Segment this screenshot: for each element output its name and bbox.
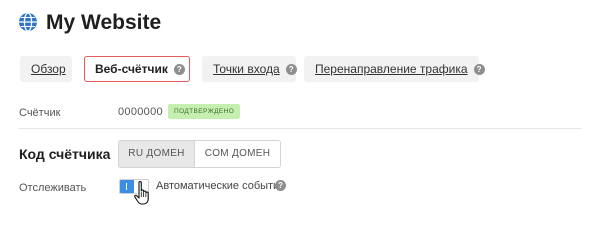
hand-cursor-icon (134, 181, 149, 205)
divider (19, 128, 581, 129)
tab-traffic-redirect[interactable]: Перенаправление трафика ? (304, 56, 485, 82)
help-icon[interactable]: ? (275, 180, 286, 191)
counter-label: Счётчик (19, 107, 61, 119)
toggle-knob (120, 180, 134, 193)
section-heading: Код счётчика (19, 146, 111, 162)
help-icon[interactable]: ? (473, 63, 485, 75)
auto-events-label: Автоматические события (156, 180, 286, 192)
globe-icon (19, 12, 37, 32)
tab-web-counter-label: Веб-счётчик (95, 62, 168, 76)
counter-value: 0000000 (118, 106, 163, 118)
tab-overview-label: Обзор (31, 62, 66, 76)
help-icon[interactable]: ? (285, 63, 297, 75)
tab-entry-points-label: Точки входа (213, 62, 280, 76)
page-title: My Website (46, 11, 162, 34)
tab-web-counter[interactable]: Веб-счётчик ? (84, 56, 190, 82)
tab-overview[interactable]: Обзор (20, 56, 72, 82)
ru-domain-button[interactable]: RU ДОМЕН (118, 140, 195, 168)
tab-traffic-redirect-label: Перенаправление трафика (315, 62, 468, 76)
status-badge: ПОДТВЕРЖДЕНО (168, 104, 241, 119)
help-icon[interactable]: ? (173, 63, 185, 75)
tracking-label: Отслеживать (19, 182, 87, 194)
com-domain-button[interactable]: COM ДОМЕН (194, 140, 281, 168)
tab-entry-points[interactable]: Точки входа ? (202, 56, 297, 82)
